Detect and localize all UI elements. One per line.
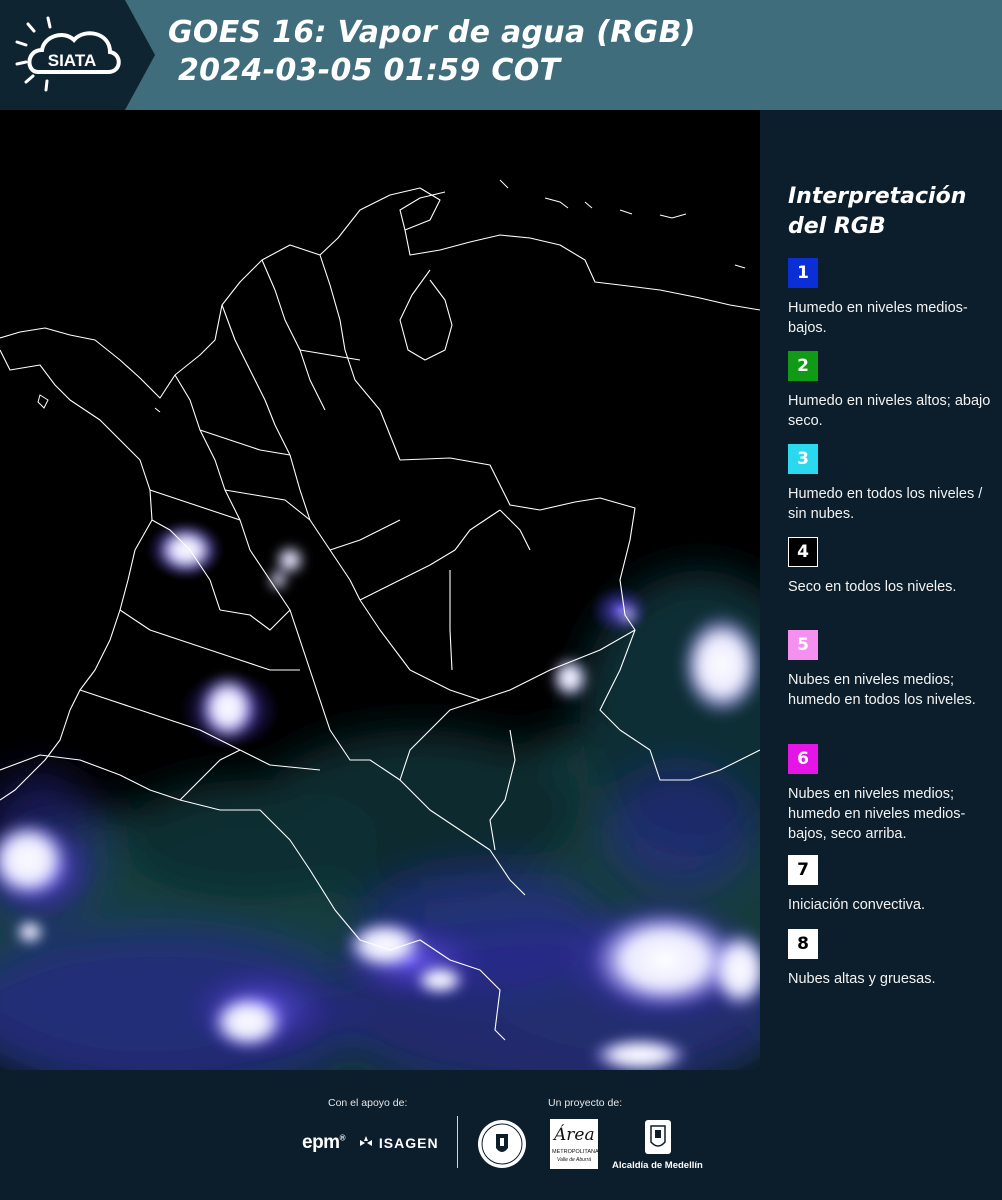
legend-swatch-7: 7 xyxy=(788,855,818,885)
legend-description-6: Nubes en niveles medios; humedo en nivel… xyxy=(788,786,966,842)
support-label: Con el apoyo de: xyxy=(328,1097,408,1109)
legend-item-4: 4 Seco en todos los niveles. xyxy=(788,537,993,597)
header: SIATA GOES 16: Vapor de agua (RGB) 2024-… xyxy=(0,0,1002,110)
legend-swatch-1: 1 xyxy=(788,258,818,288)
footer: Con el apoyo de: Un proyecto de: epm® IS… xyxy=(0,1070,1002,1200)
legend-description-4: Seco en todos los niveles. xyxy=(788,579,957,595)
isagen-logo-text: ISAGEN xyxy=(378,1135,439,1151)
legend-swatch-3: 3 xyxy=(788,444,818,474)
legend-swatch-6: 6 xyxy=(788,744,818,774)
area-metropolitana-line-1: METROPOLITANA xyxy=(552,1149,599,1155)
legend-description-3: Humedo en todos los niveles / sin nubes. xyxy=(788,486,983,522)
siata-logo-block: SIATA xyxy=(0,0,155,110)
epm-logo: epm® xyxy=(302,1132,346,1154)
legend-swatch-4: 4 xyxy=(788,537,818,567)
isagen-icon xyxy=(358,1136,374,1150)
footer-divider xyxy=(457,1116,458,1168)
legend-swatch-2: 2 xyxy=(788,351,818,381)
legend-item-1: 1 Humedo en niveles medios-bajos. xyxy=(788,258,993,338)
title-line-2: 2024-03-05 01:59 COT xyxy=(178,53,561,88)
legend-item-6: 6 Nubes en niveles medios; humedo en niv… xyxy=(788,744,993,844)
legend-swatch-8: 8 xyxy=(788,929,818,959)
legend-title-line-2: del RGB xyxy=(788,214,886,239)
legend-title: Interpretación del RGB xyxy=(788,182,966,242)
legend-title-line-1: Interpretación xyxy=(788,184,967,209)
siata-logo: SIATA xyxy=(15,16,121,92)
project-label: Un proyecto de: xyxy=(548,1097,623,1109)
alcaldia-logo-text: Alcaldía de Medellín xyxy=(612,1160,703,1171)
area-metropolitana-script: Área xyxy=(554,1125,595,1145)
legend-description-8: Nubes altas y gruesas. xyxy=(788,971,936,987)
legend-description-5: Nubes en niveles medios; humedo en todos… xyxy=(788,672,976,708)
area-metropolitana-line-2: Valle de Aburrá xyxy=(556,1157,592,1163)
legend-description-7: Iniciación convectiva. xyxy=(788,897,926,913)
title-line-1: GOES 16: Vapor de agua (RGB) xyxy=(168,15,696,50)
water-vapor-image xyxy=(0,110,760,1070)
siata-logo-text: SIATA xyxy=(48,51,96,70)
alcaldia-shield-icon xyxy=(645,1120,671,1154)
isagen-logo: ISAGEN xyxy=(358,1134,439,1151)
epm-logo-text: epm xyxy=(302,1132,340,1153)
satellite-map[interactable] xyxy=(0,110,760,1070)
legend-description-2: Humedo en niveles altos; abajo seco. xyxy=(788,393,991,429)
legend-item-8: 8 Nubes altas y gruesas. xyxy=(788,929,993,989)
legend-description-1: Humedo en niveles medios-bajos. xyxy=(788,300,968,336)
rgb-legend: Interpretación del RGB 1 Humedo en nivel… xyxy=(760,110,1002,1070)
legend-item-5: 5 Nubes en niveles medios; humedo en tod… xyxy=(788,630,993,710)
legend-swatch-5: 5 xyxy=(788,630,818,660)
page-title: GOES 16: Vapor de agua (RGB) 2024-03-05 … xyxy=(168,14,696,90)
epm-registered-mark: ® xyxy=(339,1133,346,1143)
legend-item-2: 2 Humedo en niveles altos; abajo seco. xyxy=(788,351,993,431)
area-metropolitana-logo: Área METROPOLITANA Valle de Aburrá xyxy=(550,1119,599,1169)
legend-item-3: 3 Humedo en todos los niveles / sin nube… xyxy=(788,444,993,524)
gobernacion-seal-icon xyxy=(478,1120,526,1168)
legend-item-7: 7 Iniciación convectiva. xyxy=(788,855,993,915)
